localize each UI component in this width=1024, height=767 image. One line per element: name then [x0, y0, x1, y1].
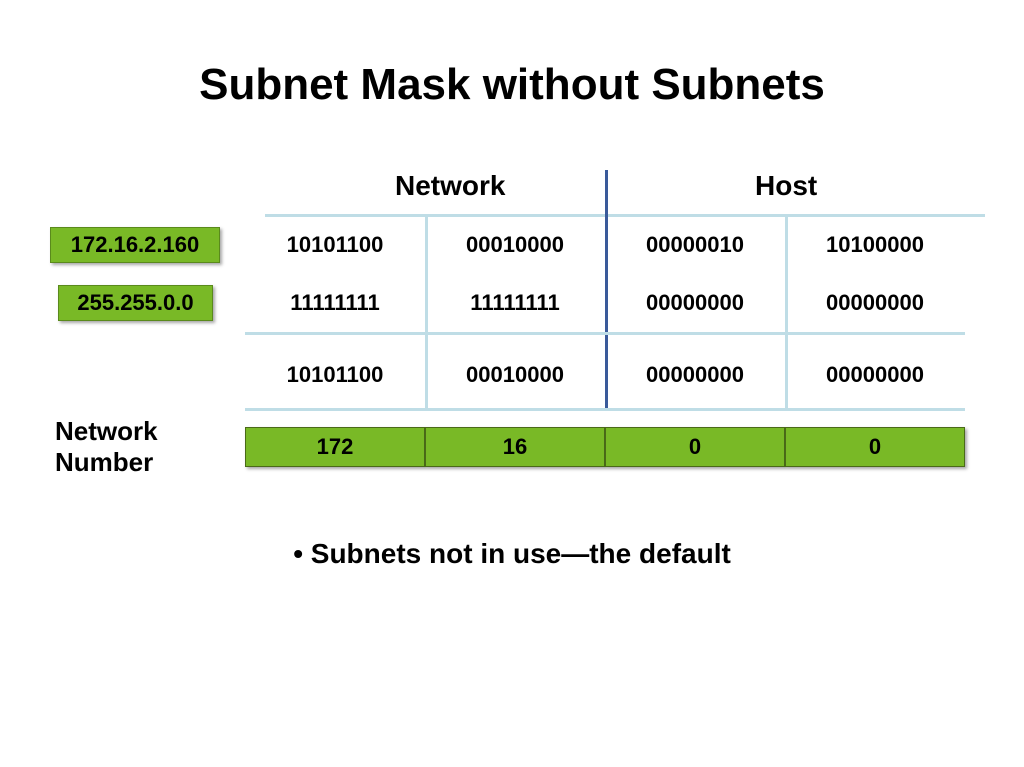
network-number-label: Network Number: [50, 416, 245, 478]
result-octet-2: 00010000: [425, 362, 605, 388]
ip-chip: 172.16.2.160: [50, 227, 220, 263]
mask-octet-4: 00000000: [785, 290, 965, 316]
mask-octet-3: 00000000: [605, 290, 785, 316]
bullet-text: Subnets not in use—the default: [30, 538, 994, 570]
nn-octet-1: 172: [245, 427, 425, 467]
row-ip: 172.16.2.160 10101100 00010000 00000010 …: [50, 216, 990, 274]
slide: Subnet Mask without Subnets Network Host…: [0, 0, 1024, 767]
nn-octet-2: 16: [425, 427, 605, 467]
mask-octet-1: 11111111: [245, 290, 425, 316]
header-row: Network Host: [265, 170, 985, 216]
header-network: Network: [395, 170, 505, 202]
mask-octet-2: 11111111: [425, 290, 605, 316]
ip-octet-4: 10100000: [785, 232, 965, 258]
result-octet-1: 10101100: [245, 362, 425, 388]
ip-octet-2: 00010000: [425, 232, 605, 258]
header-host: Host: [755, 170, 817, 202]
ip-octet-3: 00000010: [605, 232, 785, 258]
row-network-number: Network Number 172 16 0 0: [50, 416, 990, 478]
diagram-grid: Network Host 172.16.2.160 10101100 00010…: [50, 170, 990, 478]
row-mask: 255.255.0.0 11111111 11111111 00000000 0…: [50, 274, 990, 332]
slide-title: Subnet Mask without Subnets: [30, 60, 994, 110]
result-octet-4: 00000000: [785, 362, 965, 388]
nn-octet-4: 0: [785, 427, 965, 467]
result-octet-3: 00000000: [605, 362, 785, 388]
hline-bottom: [245, 408, 965, 411]
hline-mid: [245, 332, 965, 335]
vline-center: [605, 170, 608, 408]
ip-octet-1: 10101100: [245, 232, 425, 258]
vline-1: [425, 216, 428, 408]
mask-chip: 255.255.0.0: [58, 285, 213, 321]
vline-3: [785, 216, 788, 408]
header-underline: [265, 214, 985, 217]
nn-octet-3: 0: [605, 427, 785, 467]
row-result-bin: 10101100 00010000 00000000 00000000: [50, 346, 990, 404]
